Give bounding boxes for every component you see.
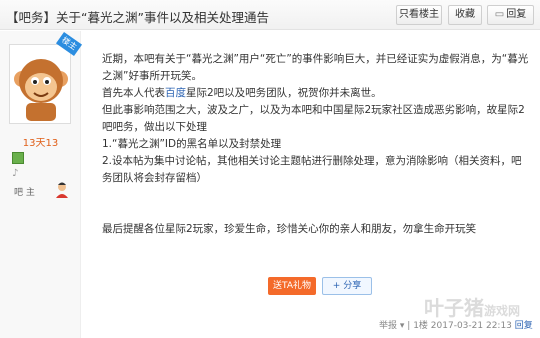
monkey-avatar-icon	[10, 45, 70, 123]
report-link[interactable]: 举报	[379, 321, 397, 331]
reply-button-label: 回复	[506, 9, 527, 20]
sound-icon: ♪	[12, 168, 19, 179]
baidu-link[interactable]: 百度	[165, 87, 186, 99]
post-line: 但此事影响范围之大，波及之广，以及为本吧和中国星际2玩家社区造成恶劣影响，故星际…	[102, 104, 525, 116]
post-line: 2.设本帖为集中讨论帖，其他相关讨论主题帖进行删除处理，意为消除影响（相关资料，…	[102, 155, 522, 167]
watermark-logo: 叶子猪游戏网	[424, 296, 521, 320]
favorite-button[interactable]: 收藏	[448, 5, 482, 25]
avatar[interactable]	[9, 44, 71, 124]
author-sidebar: 楼主 13天13 ♪ 吧 主	[0, 31, 83, 338]
thread-title: 【吧务】关于“暮光之渊”事件以及相关处理通告	[6, 10, 269, 25]
thread-header: 【吧务】关于“暮光之渊”事件以及相关处理通告 只看楼主 收藏 ▭ 回复	[0, 0, 540, 30]
post-footer: 举报 ▾ | 1楼 2017-03-21 22:13 回复	[379, 321, 533, 331]
reply-button[interactable]: ▭ 回复	[487, 5, 534, 25]
reply-icon: ▭	[494, 9, 505, 20]
author-role: 吧 主	[14, 188, 35, 198]
post-time: 2017-03-21 22:13	[430, 321, 512, 331]
post-line: 务团队将会封存留档）	[102, 172, 207, 184]
user-role-icon	[56, 182, 68, 198]
post-line: 近期，本吧有关于“暮光之渊”用户“死亡”的事件影响巨大，并已经证实为虚假消息，为…	[102, 53, 529, 65]
author-username[interactable]: 13天13	[0, 134, 81, 149]
send-gift-button[interactable]: 送TA礼物	[268, 277, 316, 295]
post-text: 星际2吧以及吧务团队，祝贺你并未离世。	[186, 87, 382, 99]
post-line: 吧吧务，做出以下处理	[102, 121, 207, 133]
post-line: 之渊”好事所开玩笑。	[102, 70, 202, 82]
floor-number: 1楼	[413, 321, 428, 331]
level-badge-icon	[12, 152, 24, 164]
post-line: 1.“暮光之渊”ID的黑名单以及封禁处理	[102, 138, 282, 150]
post-text: 首先本人代表	[102, 87, 165, 99]
only-owner-button[interactable]: 只看楼主	[396, 5, 442, 25]
post-content: 近期，本吧有关于“暮光之渊”用户“死亡”的事件影响巨大，并已经证实为虚假消息，为…	[102, 51, 532, 238]
post-line-mixed: 首先本人代表百度星际2吧以及吧务团队，祝贺你并未离世。	[102, 85, 532, 102]
share-plus-icon: +	[332, 281, 344, 291]
share-label: 分享	[343, 281, 362, 291]
share-button[interactable]: + 分享	[322, 277, 372, 295]
post-line: 最后提醒各位星际2玩家，珍爱生命，珍惜关心你的亲人和朋友，勿拿生命开玩笑	[102, 223, 477, 235]
dropdown-icon[interactable]: ▾	[400, 321, 405, 331]
footer-reply-link[interactable]: 回复	[515, 321, 533, 331]
